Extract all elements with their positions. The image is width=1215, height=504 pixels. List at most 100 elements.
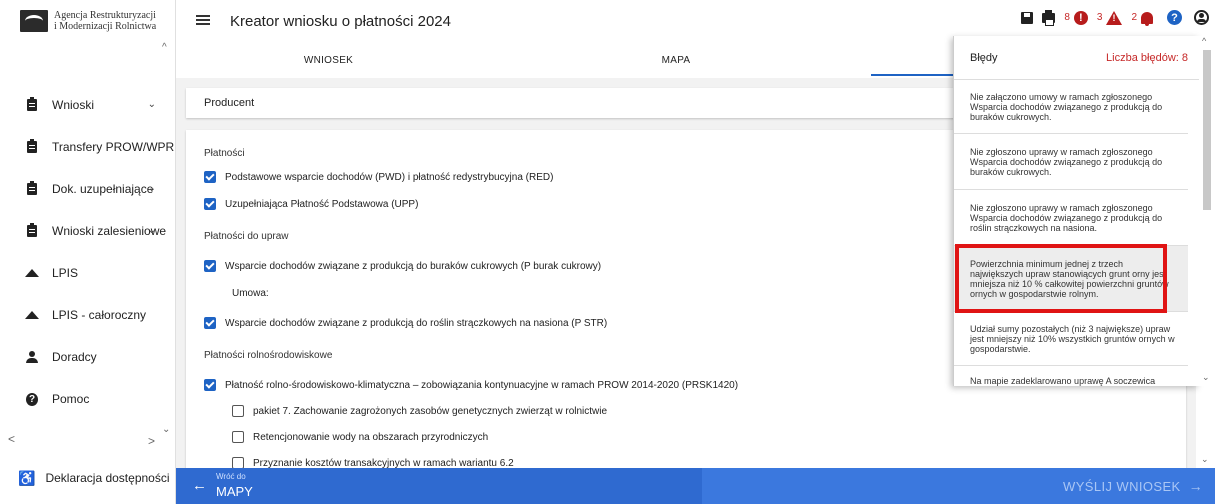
- errors-indicator[interactable]: 8 !: [1064, 10, 1088, 25]
- help-icon[interactable]: ?: [1167, 10, 1182, 25]
- sidebar-item-lpis-caloroczny[interactable]: LPIS - całoroczny: [0, 294, 176, 336]
- clipboard-icon: [26, 97, 38, 112]
- sidebar-item-wnioski[interactable]: Wnioski ⌄: [0, 84, 176, 126]
- mountain-icon: [25, 308, 39, 322]
- error-text: Nie załączono umowy w ramach zgłoszonego…: [970, 91, 1163, 122]
- error-icon: !: [1073, 10, 1088, 25]
- checkbox-checked-icon[interactable]: [204, 260, 216, 272]
- arrow-left-icon: ←: [192, 477, 207, 494]
- accessibility-declaration-link[interactable]: ♿ Deklaracja dostępności: [0, 452, 176, 504]
- payment-checkbox-row[interactable]: Retencjonowanie wody na obszarach przyro…: [232, 430, 488, 444]
- chevron-down-icon[interactable]: ⌄: [148, 99, 156, 110]
- payment-checkbox-row[interactable]: Podstawowe wsparcie dochodów (PWD) i pła…: [204, 170, 553, 184]
- sidebar-item-label: Doradcy: [52, 350, 97, 364]
- main-scroll-down-icon[interactable]: ⌄: [1201, 454, 1209, 465]
- page-title: Kreator wniosku o płatności 2024: [230, 13, 451, 30]
- payment-checkbox-row[interactable]: Wsparcie dochodów związane z produkcją d…: [204, 259, 601, 273]
- error-text: Nie zgłoszono uprawy w ramach zgłoszoneg…: [970, 202, 1163, 233]
- sidebar-scroll-left-icon[interactable]: <: [8, 432, 15, 446]
- checkbox-checked-icon[interactable]: [204, 317, 216, 329]
- clipboard-icon: [26, 223, 38, 238]
- sidebar-item-doradcy[interactable]: Doradcy: [0, 336, 176, 378]
- tab-mapa[interactable]: MAPA: [481, 44, 871, 76]
- warning-icon: [1106, 10, 1123, 25]
- error-text: Nie zgłoszono uprawy w ramach zgłoszoneg…: [970, 146, 1163, 177]
- error-list-item[interactable]: Udział sumy pozostałych (niż 3 największ…: [954, 312, 1188, 366]
- checkbox-checked-icon[interactable]: [204, 379, 216, 391]
- menu-icon[interactable]: [196, 15, 210, 25]
- sidebar-item-pomoc[interactable]: ? Pomoc: [0, 378, 176, 420]
- error-list-item[interactable]: Nie załączono umowy w ramach zgłoszonego…: [954, 80, 1188, 134]
- section-heading: Płatności do upraw: [204, 229, 289, 243]
- errors-scroll-down-icon[interactable]: ⌄: [1202, 372, 1210, 383]
- clipboard-icon: [26, 181, 38, 196]
- print-icon[interactable]: [1042, 9, 1056, 26]
- arimr-logo[interactable]: Agencja Restrukturyzacji i Modernizacji …: [20, 10, 156, 32]
- logo-line-1: Agencja Restrukturyzacji: [54, 10, 156, 21]
- sidebar-scroll-up-icon[interactable]: ^: [162, 42, 167, 53]
- errors-panel-count: Liczba błędów: 8: [1106, 51, 1188, 64]
- sidebar-item-label: Transfery PROW/WPR: [52, 140, 175, 154]
- error-list-item[interactable]: Na mapie zadeklarowano uprawę A soczewic…: [954, 366, 1188, 386]
- payment-checkbox-row[interactable]: Wsparcie dochodów związane z produkcją d…: [204, 316, 607, 330]
- checkbox-checked-icon[interactable]: [204, 198, 216, 210]
- send-area: WYŚLIJ WNIOSEK →: [702, 468, 1215, 504]
- checkbox-unchecked-icon[interactable]: [232, 405, 244, 417]
- sidebar-item-lpis[interactable]: LPIS: [0, 252, 176, 294]
- chevron-down-icon[interactable]: ⌄: [148, 225, 156, 236]
- errors-panel-scrollbar[interactable]: ^ ⌄: [1199, 36, 1215, 386]
- notifications-indicator[interactable]: 2: [1131, 11, 1153, 26]
- error-text: Udział sumy pozostałych (niż 3 największ…: [970, 323, 1175, 354]
- checkbox-unchecked-icon[interactable]: [232, 431, 244, 443]
- producent-label: Producent: [204, 97, 255, 109]
- sidebar: Agencja Restrukturyzacji i Modernizacji …: [0, 0, 176, 504]
- sidebar-item-dok-uzupelniajace[interactable]: Dok. uzupełniające ⌄: [0, 168, 176, 210]
- errors-scroll-thumb[interactable]: [1203, 50, 1211, 210]
- error-list-item[interactable]: Powierzchnia minimum jednej z trzech naj…: [954, 246, 1188, 312]
- sidebar-scrollbar[interactable]: ⌄ < >: [0, 416, 176, 448]
- sidebar-scroll-right-icon[interactable]: >: [148, 434, 155, 448]
- row-text: Umowa:: [232, 287, 269, 299]
- arimr-logo-icon: [20, 10, 48, 32]
- sidebar-item-transfery-prow-wpr[interactable]: Transfery PROW/WPR: [0, 126, 176, 168]
- row-text: Płatności: [204, 147, 245, 159]
- clipboard-icon: [26, 139, 38, 154]
- field-label: Umowa:: [232, 286, 269, 300]
- sidebar-nav: Wnioski ⌄ Transfery PROW/WPR Dok. uzupełnia…: [0, 84, 176, 420]
- accessibility-label: Deklaracja dostępności: [45, 471, 170, 485]
- send-application-button[interactable]: WYŚLIJ WNIOSEK →: [1063, 478, 1203, 494]
- sidebar-scroll-down-icon[interactable]: ⌄: [162, 424, 170, 435]
- errors-panel-title: Błędy: [970, 51, 998, 64]
- row-text: Podstawowe wsparcie dochodów (PWD) i pła…: [225, 171, 554, 183]
- row-text: Płatności rolnośrodowiskowe: [204, 349, 333, 361]
- error-text: Powierzchnia minimum jednej z trzech naj…: [970, 258, 1169, 299]
- bell-icon: [1141, 11, 1153, 26]
- warnings-indicator[interactable]: 3: [1097, 10, 1123, 25]
- back-big-label: MAPY: [216, 484, 253, 499]
- error-list-item[interactable]: Nie zgłoszono uprawy w ramach zgłoszoneg…: [954, 190, 1188, 246]
- notifications-count: 2: [1131, 12, 1137, 23]
- error-list-item[interactable]: Nie zgłoszono uprawy w ramach zgłoszoneg…: [954, 134, 1188, 190]
- send-label: WYŚLIJ WNIOSEK: [1063, 478, 1181, 494]
- errors-count: 8: [1064, 12, 1070, 23]
- user-account-icon[interactable]: [1194, 10, 1209, 25]
- sidebar-item-label: LPIS: [52, 266, 79, 280]
- payment-checkbox-row[interactable]: Płatność rolno-środowiskowo-klimatyczna …: [204, 378, 738, 392]
- section-heading: Płatności: [204, 146, 245, 160]
- errors-scroll-up-icon[interactable]: ^: [1202, 36, 1206, 46]
- person-icon: [26, 350, 38, 364]
- chevron-down-icon[interactable]: ⌄: [148, 183, 156, 194]
- checkbox-checked-icon[interactable]: [204, 171, 216, 183]
- payment-checkbox-row[interactable]: pakiet 7. Zachowanie zagrożonych zasobów…: [232, 404, 607, 418]
- save-icon[interactable]: [1021, 11, 1034, 24]
- sidebar-item-label: Pomoc: [52, 392, 90, 406]
- row-text: Płatności do upraw: [204, 230, 289, 242]
- payment-checkbox-row[interactable]: Uzupełniająca Płatność Podstawowa (UPP): [204, 197, 418, 211]
- section-heading: Płatności rolnośrodowiskowe: [204, 348, 332, 362]
- sidebar-item-wnioski-zalesieniowe[interactable]: Wnioski zalesieniowe ⌄: [0, 210, 176, 252]
- row-text: Uzupełniająca Płatność Podstawowa (UPP): [225, 198, 419, 210]
- sidebar-item-label: LPIS - całoroczny: [52, 308, 147, 322]
- row-text: Przyznanie kosztów transakcyjnych w rama…: [253, 457, 514, 469]
- tab-wniosek[interactable]: WNIOSEK: [176, 44, 481, 76]
- row-text: Wsparcie dochodów związane z produkcją d…: [225, 317, 608, 329]
